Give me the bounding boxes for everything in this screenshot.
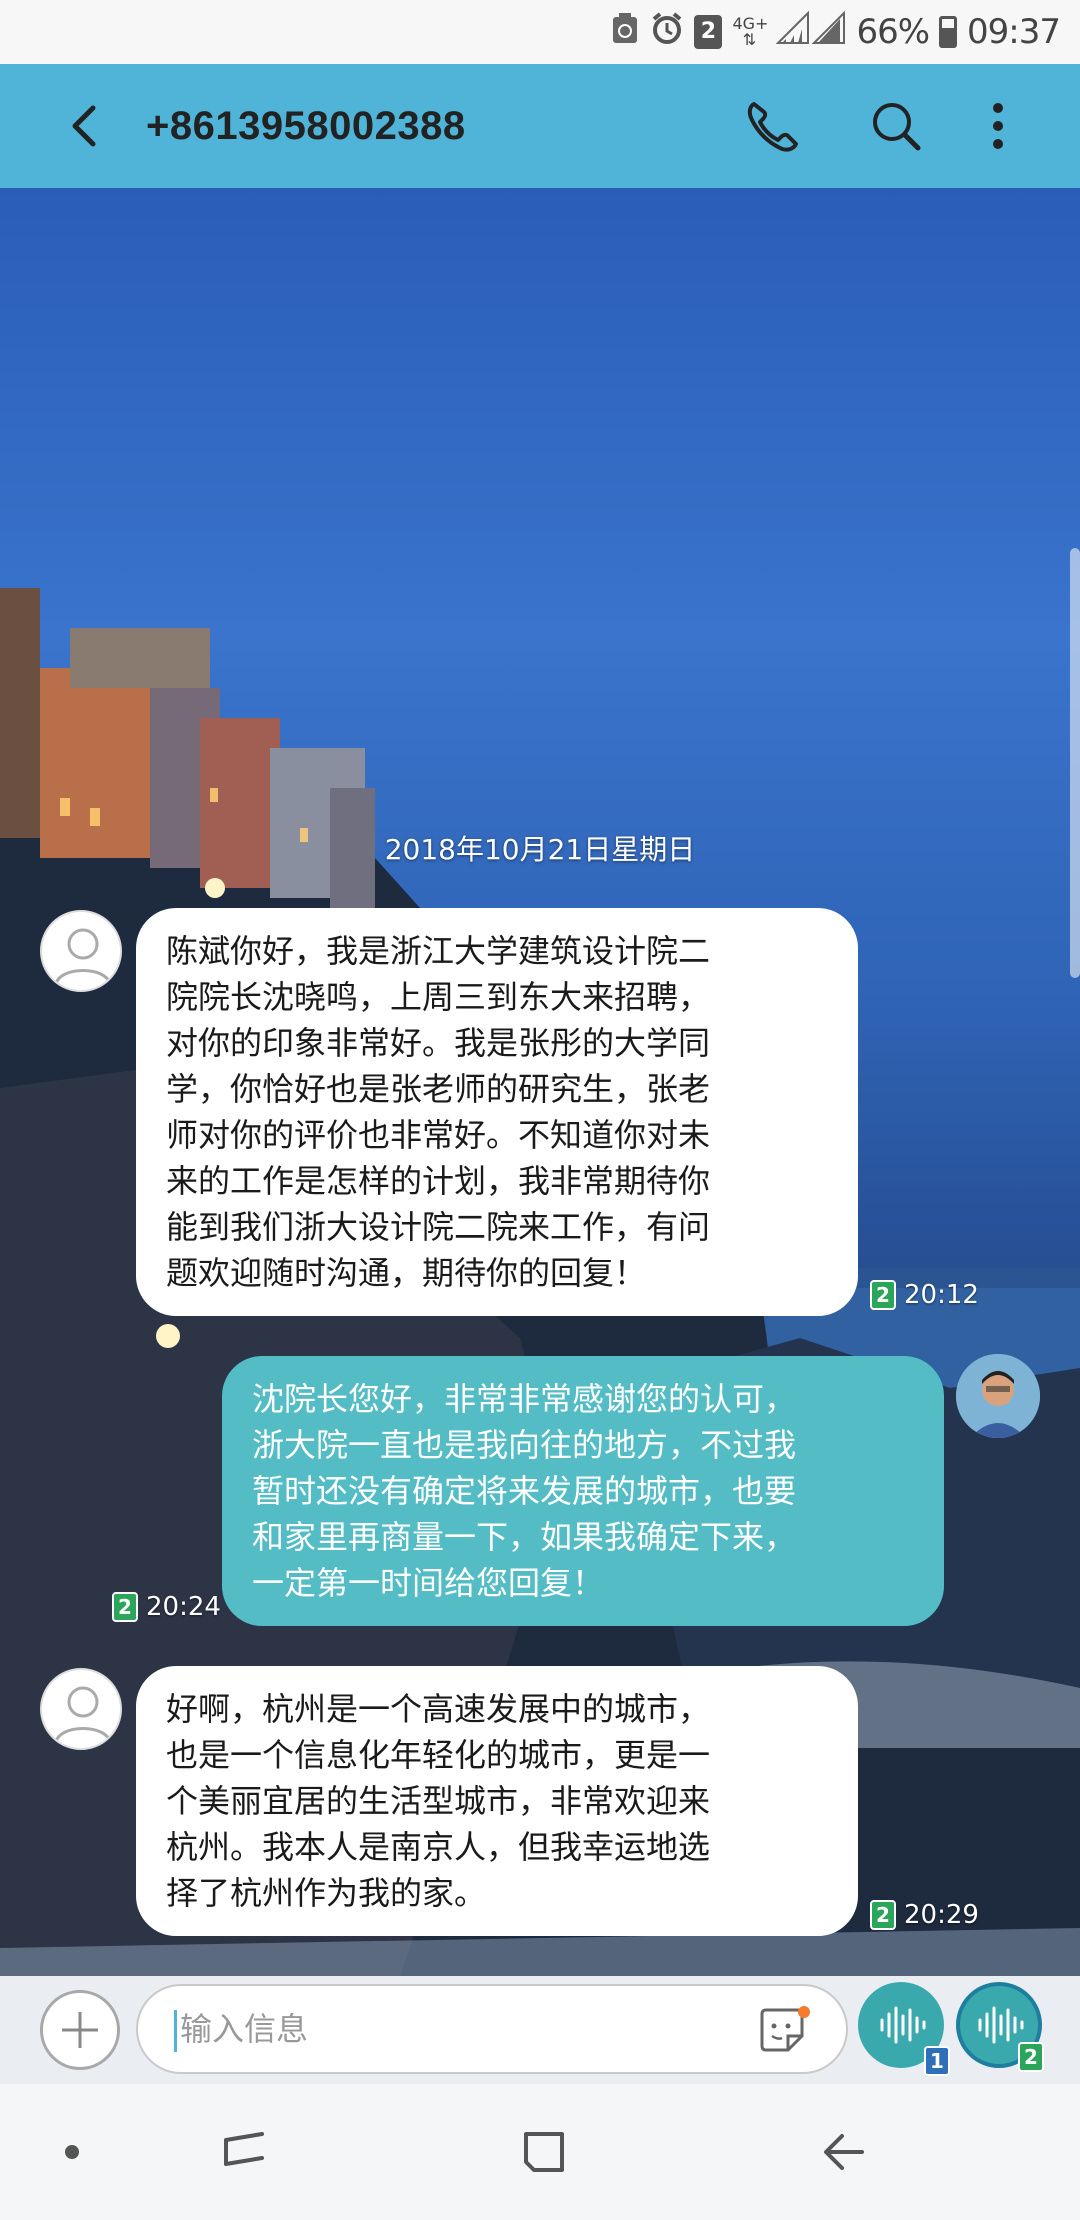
message-line: 师对你的评价也非常好。不知道你对未	[166, 1116, 711, 1154]
message-line: 陈斌你好，我是浙江大学建筑设计院二	[166, 932, 711, 970]
message-bubble-incoming[interactable]: 陈斌你好，我是浙江大学建筑设计院二 院院长沈晓鸣，上周三到东大来招聘， 对你的印…	[136, 908, 858, 1316]
message-line: 一定第一时间给您回复！	[252, 1564, 605, 1602]
back-icon[interactable]	[812, 2120, 876, 2184]
status-bar: 2 4G+ ⇅ 66% 09:37	[0, 0, 1080, 64]
battery-icon	[939, 16, 958, 48]
date-separator: 2018年10月21日星期日	[384, 833, 696, 866]
scrollbar[interactable]	[1070, 548, 1080, 978]
sticker-icon[interactable]	[758, 2006, 810, 2056]
battery-percent: 66%	[856, 12, 930, 52]
message-timestamp: 2 20:24	[112, 1592, 221, 1622]
chat-area[interactable]: 2018年10月21日星期日 陈斌你好，我是浙江大学建筑设计院二 院院长沈晓鸣，…	[0, 188, 1080, 1976]
message-timestamp: 2 20:12	[870, 1280, 979, 1310]
sim-badge: 2	[870, 1900, 896, 1930]
time-label: 20:12	[904, 1280, 979, 1310]
text-caret	[174, 2010, 177, 2052]
send-sim2-button[interactable]: 2	[956, 1982, 1044, 2072]
contact-avatar[interactable]	[40, 910, 122, 992]
search-icon[interactable]	[864, 94, 928, 158]
app-bar: +8613958002388	[0, 64, 1080, 188]
back-arrow-icon[interactable]	[55, 94, 115, 158]
message-line: 择了杭州作为我的家。	[166, 1874, 487, 1912]
message-line: 院院长沈晓鸣，上周三到东大来招聘，	[166, 978, 711, 1016]
clock: 09:37	[967, 12, 1061, 52]
sim-badge: 2	[870, 1280, 896, 1310]
composer-bar: 输入信息 1 2	[0, 1976, 1080, 2084]
message-bubble-outgoing[interactable]: 沈院长您好，非常非常感谢您的认可， 浙大院一直也是我向往的地方，不过我 暂时还没…	[222, 1356, 944, 1626]
recycle-icon	[610, 11, 640, 54]
network-type-label: 4G+	[732, 14, 769, 33]
message-bubble-incoming[interactable]: 好啊，杭州是一个高速发展中的城市， 也是一个信息化年轻化的城市，更是一 个美丽宜…	[136, 1666, 858, 1936]
network-type-icon: 4G+ ⇅	[732, 14, 769, 49]
send-sim1-button[interactable]: 1	[858, 1982, 950, 2076]
message-line: 对你的印象非常好。我是张彤的大学同	[166, 1024, 711, 1062]
time-label: 20:29	[904, 1900, 979, 1930]
message-line: 和家里再商量一下，如果我确定下来，	[252, 1518, 797, 1556]
home-icon[interactable]	[512, 2120, 576, 2184]
message-line: 暂时还没有确定将来发展的城市，也要	[252, 1472, 797, 1510]
message-line: 来的工作是怎样的计划，我非常期待你	[166, 1162, 711, 1200]
contact-title: +8613958002388	[146, 104, 466, 148]
message-input-placeholder: 输入信息	[180, 2010, 309, 2048]
message-line: 也是一个信息化年轻化的城市，更是一	[166, 1736, 711, 1774]
signal-icon	[776, 10, 846, 54]
more-vertical-icon[interactable]	[968, 94, 1028, 158]
message-line: 杭州。我本人是南京人，但我幸运地选	[166, 1828, 711, 1866]
message-line: 沈院长您好，非常非常感谢您的认可，	[252, 1380, 797, 1418]
message-line: 浙大院一直也是我向往的地方，不过我	[252, 1426, 797, 1464]
nav-dot-icon[interactable]	[40, 2120, 104, 2184]
recent-apps-icon[interactable]	[212, 2120, 276, 2184]
system-nav-bar	[0, 2084, 1080, 2220]
message-line: 个美丽宜居的生活型城市，非常欢迎来	[166, 1782, 711, 1820]
sim-slot-icon: 2	[694, 15, 723, 49]
message-line: 题欢迎随时沟通，期待你的回复！	[166, 1254, 647, 1292]
contact-avatar[interactable]	[40, 1668, 122, 1750]
status-icons: 2 4G+ ⇅ 66% 09:37	[610, 8, 1061, 56]
alarm-icon	[650, 11, 684, 54]
phone-icon[interactable]	[740, 94, 804, 158]
message-line: 能到我们浙大设计院二院来工作，有问	[166, 1208, 711, 1246]
add-attachment-button[interactable]	[40, 1990, 120, 2070]
sim-badge: 2	[112, 1592, 138, 1622]
message-input[interactable]: 输入信息	[136, 1984, 848, 2074]
sim-badge: 2	[1018, 2042, 1044, 2072]
sim-badge: 1	[924, 2046, 950, 2076]
message-timestamp: 2 20:29	[870, 1900, 979, 1930]
user-avatar[interactable]	[956, 1354, 1040, 1438]
message-line: 学，你恰好也是张老师的研究生，张老	[166, 1070, 711, 1108]
time-label: 20:24	[146, 1592, 221, 1622]
message-line: 好啊，杭州是一个高速发展中的城市，	[166, 1690, 711, 1728]
